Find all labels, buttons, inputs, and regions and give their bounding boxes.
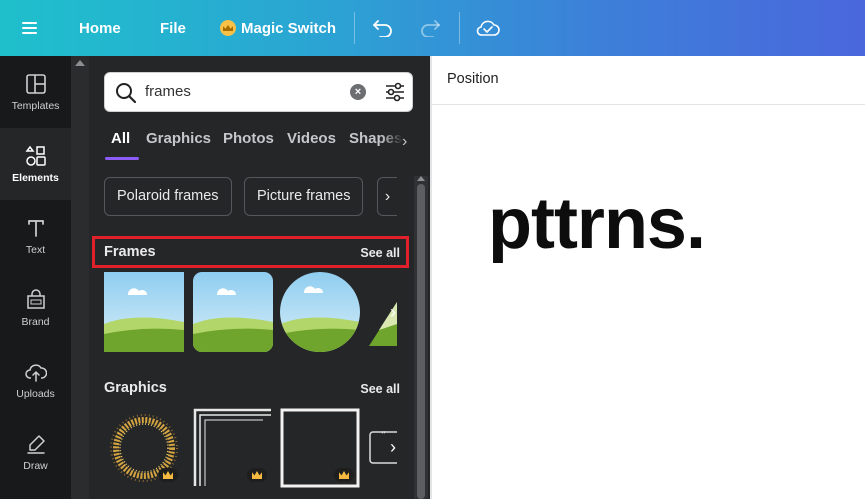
clear-search-icon[interactable]: × [350,84,366,100]
active-tab-indicator [105,157,139,160]
rail-label: Uploads [16,387,55,400]
tab-shapes[interactable]: Shapes [349,130,403,147]
redo-icon[interactable] [419,0,441,56]
filter-icon[interactable] [384,82,406,102]
chip-picture-frames[interactable]: Picture frames [244,177,364,216]
premium-crown-icon [158,468,178,482]
toolbar-divider [354,12,355,44]
rail-item-uploads[interactable]: Uploads [0,344,71,416]
graphic-thumbnail-square-frame[interactable] [280,408,360,488]
side-rail: Templates Elements Text Brand Uploads Dr… [0,56,71,499]
frame-thumbnail-circle[interactable] [280,272,360,352]
rail-scrollbar[interactable] [71,56,89,499]
draw-icon [26,434,45,454]
elements-panel: frames × All Graphics Photos Videos Shap… [89,56,430,499]
rail-item-brand[interactable]: Brand [0,272,71,344]
rail-label: Elements [12,171,59,184]
tabs-next-icon[interactable]: › [402,133,407,151]
design-canvas[interactable]: pttrns. [432,106,865,499]
graphics-next-icon[interactable]: › [383,432,403,462]
chips-next-icon[interactable]: › [377,177,397,216]
rail-label: Draw [23,459,48,472]
tab-photos[interactable]: Photos [223,130,274,147]
search-input[interactable]: frames [145,73,191,111]
magic-switch-label: Magic Switch [241,19,337,37]
rail-item-elements[interactable]: Elements [0,128,71,200]
rail-item-text[interactable]: Text [0,200,71,272]
panel-scrollbar[interactable] [414,176,428,499]
frame-thumbnail-square[interactable] [104,272,184,352]
elements-icon [25,145,46,166]
home-button[interactable]: Home [79,0,121,56]
frames-see-all-link[interactable]: See all [360,246,400,260]
rail-label: Text [25,243,46,256]
search-icon [116,83,137,104]
text-icon [27,219,44,237]
rail-label: Templates [11,99,60,112]
magic-switch-button[interactable]: Magic Switch [220,0,336,56]
frames-next-icon[interactable]: › [383,297,403,327]
undo-icon[interactable] [372,0,394,56]
crown-icon [220,20,236,36]
rail-item-templates[interactable]: Templates [0,56,71,128]
premium-crown-icon [247,468,267,482]
templates-icon [25,73,46,94]
rail-label: Brand [21,315,50,328]
position-button[interactable]: Position [447,71,499,87]
file-menu-button[interactable]: File [160,0,186,56]
cloud-save-icon[interactable] [476,0,500,56]
menu-icon[interactable] [22,0,48,56]
graphics-title: Graphics [104,380,167,396]
search-box[interactable]: frames × [104,72,413,112]
rail-item-draw[interactable]: Draw [0,416,71,488]
graphics-see-all-link[interactable]: See all [360,382,400,396]
tab-graphics[interactable]: Graphics [146,130,211,147]
category-tabs: All Graphics Photos Videos Shapes [104,126,420,160]
graphic-thumbnail-glitter-ring[interactable] [104,408,184,488]
frames-section-header: Frames See all [104,242,404,264]
premium-crown-icon [334,468,354,482]
frames-title: Frames [104,244,156,260]
graphics-section-header: Graphics See all [104,378,404,400]
canvas-text-element[interactable]: pttrns. [488,184,706,264]
graphic-thumbnail-corner-frame[interactable] [193,408,273,488]
uploads-icon [24,363,47,382]
frame-thumbnail-rounded[interactable] [193,272,273,352]
properties-bar: Position [432,56,865,105]
tab-videos[interactable]: Videos [287,130,336,147]
brand-icon [26,288,45,309]
tab-all[interactable]: All [111,130,130,147]
chip-polaroid-frames[interactable]: Polaroid frames [104,177,232,216]
toolbar-divider [459,12,460,44]
top-bar: Home File Magic Switch [0,0,865,56]
